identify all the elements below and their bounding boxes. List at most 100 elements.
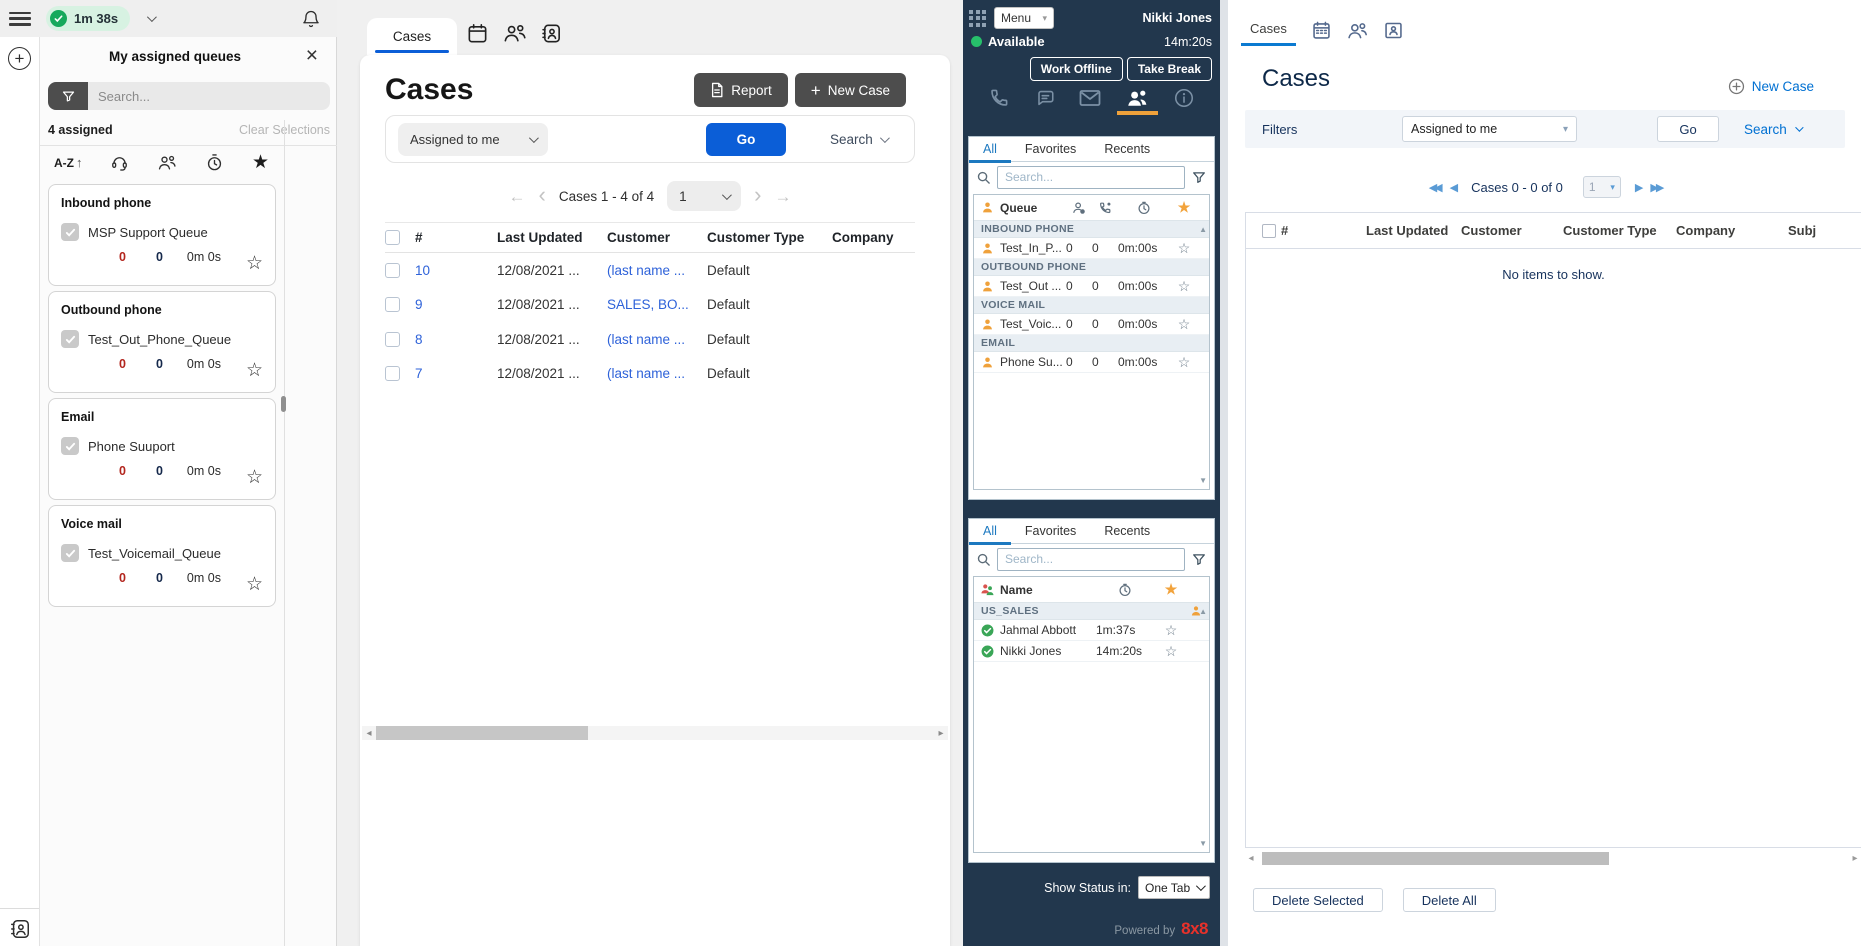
tab-recents[interactable]: Recents xyxy=(1090,137,1164,161)
console-menu-button[interactable]: Menu ▾ xyxy=(994,7,1054,29)
row-checkbox[interactable] xyxy=(385,366,400,382)
go-button[interactable]: Go xyxy=(706,122,786,156)
sort-wait-time-icon[interactable] xyxy=(205,153,224,172)
contacts-book-icon[interactable] xyxy=(9,917,31,941)
case-customer-link[interactable]: (last name ... xyxy=(607,366,707,381)
scroll-down-icon[interactable]: ▼ xyxy=(1199,839,1207,848)
chat-channel-icon[interactable] xyxy=(1033,87,1056,109)
sort-headset-icon[interactable] xyxy=(110,153,129,172)
select-all-checkbox[interactable] xyxy=(1262,223,1276,238)
queue-row[interactable]: Test_In_P... 0 0 0m:00s ☆ xyxy=(974,238,1209,259)
case-row[interactable]: 7 12/08/2021 ... (last name ... Default xyxy=(385,357,915,392)
queue-checkbox[interactable] xyxy=(61,544,79,562)
first-page-arrow-icon[interactable]: ← xyxy=(509,188,526,205)
case-row[interactable]: 10 12/08/2021 ... (last name ... Default xyxy=(385,253,915,288)
case-id-link[interactable]: 9 xyxy=(415,297,497,312)
favorite-star-icon[interactable]: ☆ xyxy=(1170,240,1198,257)
email-channel-icon[interactable] xyxy=(1078,88,1102,108)
first-page-icon[interactable]: ◀◀ xyxy=(1429,181,1443,194)
report-button[interactable]: Report xyxy=(694,73,788,107)
tab-all[interactable]: All xyxy=(969,519,1011,545)
contact-card-icon[interactable] xyxy=(540,22,563,45)
phone-channel-icon[interactable] xyxy=(988,87,1010,109)
queue-checkbox[interactable] xyxy=(61,330,79,348)
scroll-right-arrow-icon[interactable]: ▸ xyxy=(934,728,948,739)
scroll-up-icon[interactable]: ▲ xyxy=(1199,607,1207,616)
case-customer-link[interactable]: (last name ... xyxy=(607,263,707,278)
page-select[interactable]: 1 xyxy=(667,181,742,211)
hamburger-menu-icon[interactable] xyxy=(9,11,31,26)
queues-filter-button[interactable] xyxy=(48,82,88,110)
filter-funnel-icon[interactable] xyxy=(1191,552,1207,567)
favorite-star-icon[interactable]: ☆ xyxy=(246,361,263,380)
delete-all-button[interactable]: Delete All xyxy=(1402,888,1496,912)
crm-search-toggle[interactable]: Search xyxy=(1744,122,1804,137)
new-case-button[interactable]: + New Case xyxy=(794,73,906,107)
queue-checkbox[interactable] xyxy=(61,437,79,455)
waffle-grid-icon[interactable] xyxy=(969,9,986,27)
queues-search-input[interactable] xyxy=(88,82,330,110)
case-row[interactable]: 9 12/08/2021 ... SALES, BO... Default xyxy=(385,288,915,323)
last-page-icon[interactable]: ▶▶ xyxy=(1650,181,1664,194)
case-id-link[interactable]: 10 xyxy=(415,263,497,278)
add-panel-plus-icon[interactable]: + xyxy=(8,47,31,70)
scroll-right-arrow-icon[interactable]: ▸ xyxy=(1849,853,1861,864)
customers-icon[interactable] xyxy=(502,22,527,45)
tab-favorites[interactable]: Favorites xyxy=(1011,519,1090,543)
contact-card-icon[interactable] xyxy=(1383,20,1404,41)
select-all-checkbox[interactable] xyxy=(385,230,400,245)
notifications-bell-icon[interactable] xyxy=(301,8,321,30)
queue-row[interactable]: Test_Voic... 0 0 0m:00s ☆ xyxy=(974,314,1209,335)
queue-checkbox[interactable] xyxy=(61,223,79,241)
case-id-link[interactable]: 8 xyxy=(415,332,497,347)
horizontal-scrollbar[interactable]: ◂ ▸ xyxy=(362,726,948,740)
queue-row[interactable]: Phone Su... 0 0 0m:00s ☆ xyxy=(974,352,1209,373)
search-toggle[interactable]: Search xyxy=(830,132,890,147)
favorite-star-icon[interactable]: ☆ xyxy=(1154,643,1188,660)
scroll-down-icon[interactable]: ▼ xyxy=(1199,476,1207,485)
favorite-star-icon[interactable]: ☆ xyxy=(1170,354,1198,371)
favorite-star-icon[interactable]: ☆ xyxy=(1170,316,1198,333)
case-row[interactable]: 8 12/08/2021 ... (last name ... Default xyxy=(385,322,915,357)
show-status-select[interactable]: One Tab xyxy=(1138,876,1210,899)
panel-resizer-handle[interactable] xyxy=(281,396,286,412)
status-chevron-down-icon[interactable] xyxy=(147,12,157,23)
agent-group-header[interactable]: US_SALES xyxy=(974,603,1209,620)
tab-all[interactable]: All xyxy=(969,137,1011,163)
agent-row[interactable]: Jahmal Abbott 1m:37s ☆ xyxy=(974,620,1209,641)
scroll-up-icon[interactable]: ▲ xyxy=(1199,225,1207,234)
customers-icon[interactable] xyxy=(1346,20,1369,41)
tab-cases[interactable]: Cases xyxy=(1241,15,1296,46)
case-customer-link[interactable]: (last name ... xyxy=(607,332,707,347)
last-page-arrow-icon[interactable]: → xyxy=(774,188,791,205)
scrollbar-thumb[interactable] xyxy=(1262,851,1609,865)
favorite-star-icon[interactable]: ☆ xyxy=(246,468,263,487)
close-panel-icon[interactable]: × xyxy=(306,45,318,66)
queue-group-header[interactable]: OUTBOUND PHONE xyxy=(974,259,1209,276)
calendar-icon[interactable] xyxy=(1311,20,1332,41)
queue-row[interactable]: Test_Out ... 0 0 0m:00s ☆ xyxy=(974,276,1209,297)
next-page-icon[interactable]: ▶ xyxy=(1635,181,1644,194)
calendar-icon[interactable] xyxy=(466,22,489,45)
new-case-link[interactable]: New Case xyxy=(1728,78,1814,95)
next-page-chevron-icon[interactable]: › xyxy=(754,183,761,206)
queue-group-header[interactable]: VOICE MAIL xyxy=(974,297,1209,314)
crm-filter-select[interactable]: Assigned to me ▾ xyxy=(1402,116,1577,142)
crm-horizontal-scrollbar[interactable]: ◂ ▸ xyxy=(1245,850,1861,866)
sort-group-icon[interactable] xyxy=(157,154,177,172)
favorite-star-icon[interactable]: ☆ xyxy=(1170,278,1198,295)
queue-group-header[interactable]: EMAIL xyxy=(974,335,1209,352)
scroll-left-arrow-icon[interactable]: ◂ xyxy=(1245,853,1257,864)
row-checkbox[interactable] xyxy=(385,331,400,347)
row-checkbox[interactable] xyxy=(385,297,400,313)
sort-favorites-star-icon[interactable]: ★ xyxy=(252,153,269,172)
tab-cases[interactable]: Cases xyxy=(367,18,457,55)
work-offline-button[interactable]: Work Offline xyxy=(1029,57,1123,81)
prev-page-chevron-icon[interactable]: ‹ xyxy=(539,183,546,206)
scroll-left-arrow-icon[interactable]: ◂ xyxy=(362,728,376,739)
case-customer-link[interactable]: SALES, BO... xyxy=(607,297,707,312)
agent-row[interactable]: Nikki Jones 14m:20s ☆ xyxy=(974,641,1209,662)
agent-search-input[interactable] xyxy=(997,547,1185,571)
scrollbar-thumb[interactable] xyxy=(376,726,588,740)
favorite-star-icon[interactable]: ☆ xyxy=(1154,622,1188,639)
